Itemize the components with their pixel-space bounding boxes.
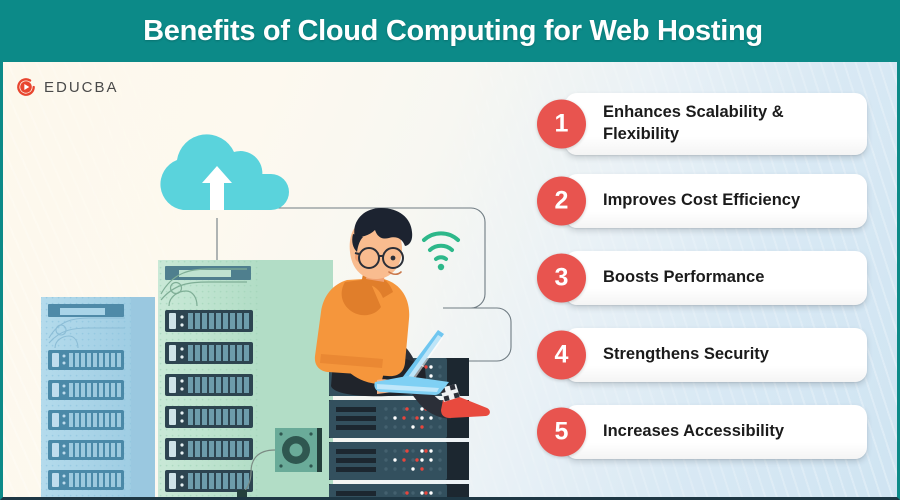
benefit-label: Boosts Performance <box>603 267 765 286</box>
benefit-label: Improves Cost Efficiency <box>603 190 801 209</box>
benefits-list: 1 Enhances Scalability & Flexibility 2 I… <box>537 92 867 460</box>
infographic-root: Benefits of Cloud Computing for Web Host… <box>0 0 900 500</box>
wifi-signal-icon <box>422 231 460 271</box>
illustration <box>3 62 543 497</box>
left-server-rack <box>41 297 155 497</box>
benefit-card[interactable]: Improves Cost Efficiency <box>565 173 867 228</box>
benefit-card[interactable]: Increases Accessibility <box>565 404 867 459</box>
benefit-card[interactable]: Strengthens Security <box>565 327 867 382</box>
educba-play-circle-logo-icon <box>17 78 35 96</box>
benefit-number-badge: 1 <box>537 99 586 148</box>
cloud-upload-icon <box>160 134 289 211</box>
benefit-card[interactable]: Boosts Performance <box>565 250 867 305</box>
page-title: Benefits of Cloud Computing for Web Host… <box>143 14 763 47</box>
benefit-number-badge: 2 <box>537 176 586 225</box>
list-item[interactable]: 4 Strengthens Security <box>537 326 867 383</box>
benefit-number-badge: 3 <box>537 253 586 302</box>
benefit-number-badge: 4 <box>537 330 586 379</box>
brand-logo[interactable]: EDUCBA <box>15 76 119 98</box>
list-item[interactable]: 5 Increases Accessibility <box>537 403 867 460</box>
benefit-label: Strengthens Security <box>603 344 769 363</box>
benefit-label: Increases Accessibility <box>603 421 785 440</box>
illustration-svg <box>41 134 512 497</box>
list-item[interactable]: 3 Boosts Performance <box>537 249 867 306</box>
brand-name: EDUCBA <box>44 78 119 96</box>
list-item[interactable]: 1 Enhances Scalability & Flexibility <box>537 92 867 155</box>
benefit-number-badge: 5 <box>537 407 586 456</box>
list-item[interactable]: 2 Improves Cost Efficiency <box>537 172 867 229</box>
benefit-label: Enhances Scalability & Flexibility <box>603 103 784 143</box>
benefit-card[interactable]: Enhances Scalability & Flexibility <box>565 92 867 155</box>
header-bar: Benefits of Cloud Computing for Web Host… <box>3 0 897 62</box>
